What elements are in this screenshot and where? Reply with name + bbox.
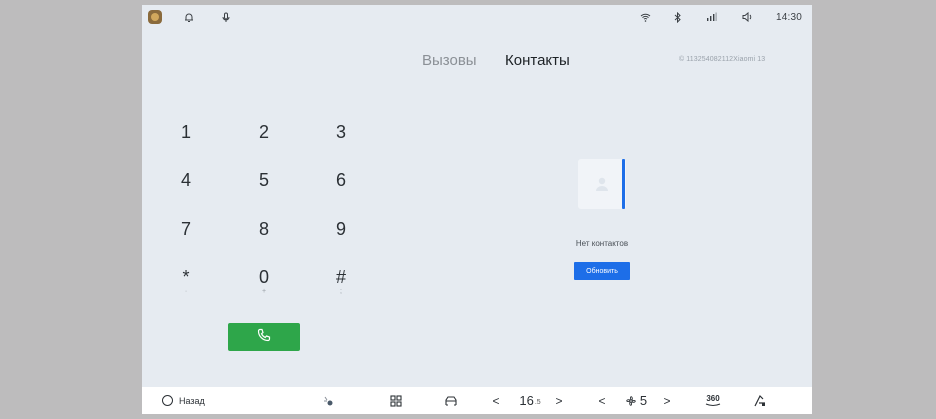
microphone-icon <box>220 9 232 25</box>
key-5[interactable]: 5 <box>234 170 294 206</box>
key-6[interactable]: 6 <box>311 170 371 206</box>
dialer-screen: 14:30 Вызовы Контакты © 113254082112Xiao… <box>142 5 812 414</box>
fan-icon <box>626 395 636 406</box>
bell-icon <box>182 9 196 25</box>
tab-contacts[interactable]: Контакты <box>505 52 570 69</box>
key-sub: ; <box>340 288 342 295</box>
temp-increase-button[interactable]: > <box>552 387 566 414</box>
fan-decrease-button[interactable]: < <box>595 387 609 414</box>
fan-mode-icon[interactable] <box>318 387 338 414</box>
key-digit: 2 <box>258 122 269 142</box>
key-digit: 3 <box>335 122 346 142</box>
key-digit: 1 <box>180 122 191 142</box>
bottom-nav-bar: Назад < 16.5 > < 5 > 360 <box>142 387 812 414</box>
fan-increase-button[interactable]: > <box>660 387 674 414</box>
temp-decrease-button[interactable]: < <box>489 387 503 414</box>
contact-card-accent <box>622 159 625 209</box>
avatar-icon[interactable] <box>148 10 162 24</box>
key-digit: 4 <box>180 170 191 190</box>
key-9[interactable]: 9 <box>311 219 371 255</box>
car-icon[interactable] <box>440 387 462 414</box>
key-1[interactable]: 1 <box>156 122 216 158</box>
rotate-arrow-icon <box>705 403 721 406</box>
camera-360-label: 360 <box>706 394 720 403</box>
fan-level-display: 5 <box>616 387 656 414</box>
key-sub: + <box>261 288 267 295</box>
key-7[interactable]: 7 <box>156 219 216 255</box>
call-button[interactable] <box>228 323 300 351</box>
back-button[interactable]: Назад <box>162 387 232 414</box>
wifi-icon <box>638 9 652 25</box>
key-digit: 6 <box>335 170 346 190</box>
key-star[interactable]: * · <box>156 267 216 303</box>
person-icon <box>596 177 608 191</box>
key-digit: 7 <box>180 219 191 239</box>
status-bar: 14:30 <box>142 5 812 29</box>
refresh-button[interactable]: Обновить <box>574 262 630 280</box>
empty-contacts-text: Нет контактов <box>575 239 629 248</box>
contact-placeholder-image <box>578 159 626 209</box>
connected-device-label: © 113254082112Xiaomi 13 <box>679 56 766 63</box>
key-digit: # <box>335 267 346 287</box>
tab-calls[interactable]: Вызовы <box>422 52 477 69</box>
key-digit: 5 <box>258 170 269 190</box>
key-sub: · <box>184 288 188 295</box>
key-4[interactable]: 4 <box>156 170 216 206</box>
temperature-display: 16.5 <box>512 387 548 414</box>
key-2[interactable]: 2 <box>234 122 294 158</box>
key-0[interactable]: 0 + <box>234 267 294 303</box>
status-time: 14:30 <box>775 11 802 23</box>
temperature-value: 16 <box>519 393 534 408</box>
bluetooth-icon <box>671 9 683 25</box>
key-8[interactable]: 8 <box>234 219 294 255</box>
volume-icon <box>740 9 754 25</box>
key-digit: 8 <box>258 219 269 239</box>
apps-grid-icon[interactable] <box>385 387 407 414</box>
temperature-decimal: .5 <box>534 399 541 406</box>
key-digit: 0 <box>258 267 269 287</box>
key-digit: 9 <box>335 219 346 239</box>
key-3[interactable]: 3 <box>311 122 371 158</box>
steering-heat-icon[interactable] <box>750 387 770 414</box>
signal-icon <box>704 9 718 25</box>
fan-level-value: 5 <box>639 393 648 408</box>
back-label: Назад <box>179 395 205 406</box>
key-digit: * <box>182 267 190 287</box>
camera-360-button[interactable]: 360 <box>700 387 726 414</box>
phone-icon <box>257 328 271 347</box>
home-circle-icon <box>162 395 173 406</box>
key-hash[interactable]: #; <box>311 267 371 303</box>
